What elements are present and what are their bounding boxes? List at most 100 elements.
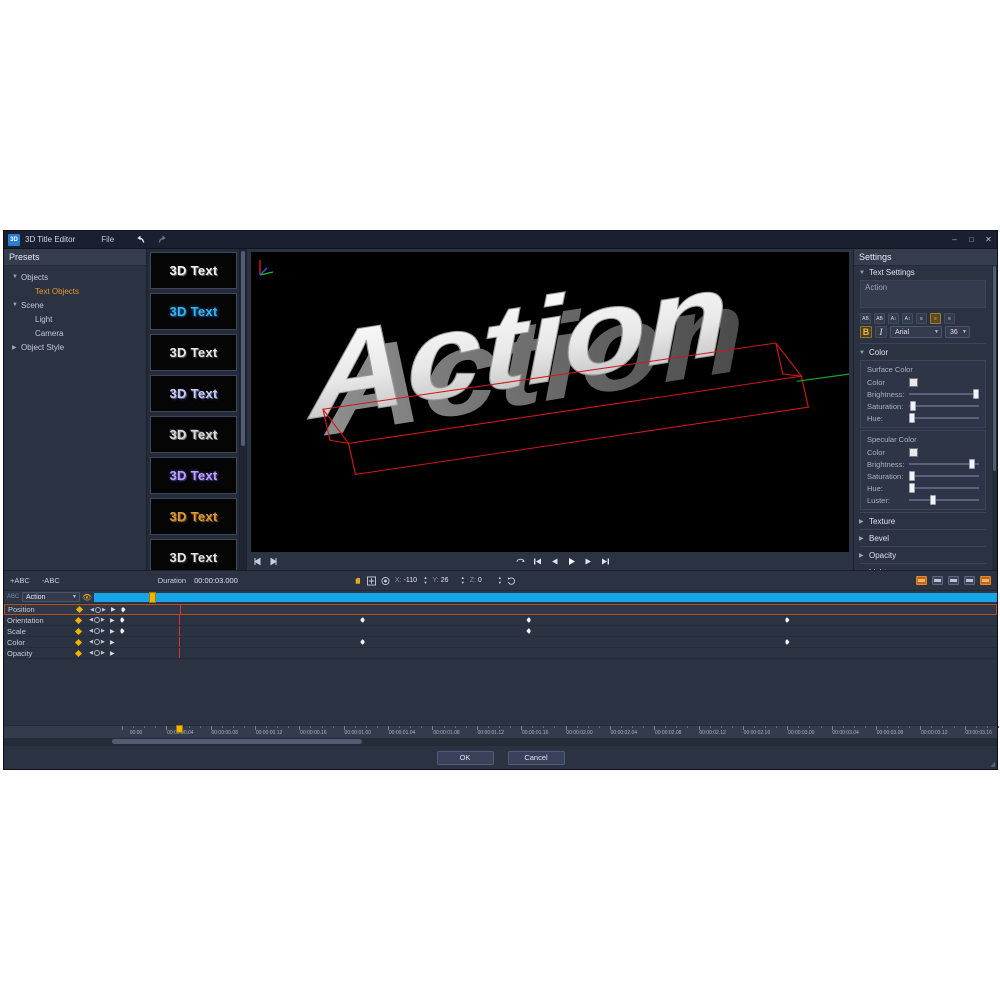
track-lane[interactable] — [120, 605, 996, 614]
preset-tree-item-scene[interactable]: ▼ Scene — [4, 298, 146, 312]
preset-thumbnail[interactable]: 3D Text — [150, 416, 237, 453]
slider-knob[interactable] — [908, 483, 915, 493]
preset-tree-item-text-objects[interactable]: Text Objects — [4, 284, 146, 298]
italic-button[interactable]: I — [875, 326, 887, 338]
object-clip-bar[interactable] — [94, 591, 997, 603]
track-keyframe-nav[interactable]: ◀ ▶ — [84, 639, 110, 645]
redo-arrow-icon[interactable] — [156, 234, 167, 245]
keyframe-diamond[interactable] — [784, 617, 790, 623]
line-spacing-wide-icon[interactable]: A↕ — [902, 313, 913, 324]
next-keyframe-icon[interactable]: ▶ — [101, 617, 105, 623]
reset-icon[interactable] — [507, 576, 516, 585]
keyframe-prev-icon[interactable] — [932, 576, 943, 585]
coord-z-value[interactable]: 0 — [478, 577, 496, 584]
add-text-button[interactable]: +ABC — [10, 576, 30, 585]
keyframe-marker-icon[interactable] — [94, 628, 100, 634]
track-keyframe-toggle[interactable] — [72, 649, 84, 657]
specular-saturation-slider[interactable] — [908, 471, 979, 481]
prev-frame-icon[interactable] — [550, 557, 559, 566]
prev-keyframe-icon[interactable]: ◀ — [89, 617, 93, 623]
preset-tree-item-camera[interactable]: Camera — [4, 326, 146, 340]
keyframe-add-icon[interactable] — [916, 576, 927, 585]
next-keyframe-icon[interactable]: ▶ — [101, 650, 105, 656]
track-keyframe-nav[interactable]: ◀ ▶ — [84, 628, 110, 634]
track-lane[interactable] — [122, 648, 997, 658]
specular-hue-slider[interactable] — [908, 483, 979, 493]
keyframe-diamond[interactable] — [784, 639, 790, 645]
track-keyframe-toggle[interactable] — [73, 605, 85, 614]
align-left-icon[interactable]: ≡ — [916, 313, 927, 324]
preset-tree-item-object-style[interactable]: ▶ Object Style — [4, 340, 146, 354]
mark-out-icon[interactable] — [269, 557, 278, 566]
align-center-icon[interactable]: ≡ — [930, 313, 941, 324]
keyframe-marker-icon[interactable] — [94, 639, 100, 645]
track-expand-button[interactable]: ▶ — [110, 650, 122, 657]
cancel-button[interactable]: Cancel — [507, 750, 565, 765]
preset-thumbnail[interactable]: 3D Text — [150, 334, 237, 371]
ok-button[interactable]: OK — [436, 750, 494, 765]
track-row[interactable]: Position ◀ ▶ ▶ — [4, 604, 997, 615]
coord-y-value[interactable]: 26 — [441, 577, 459, 584]
keyframe-remove-icon[interactable] — [964, 576, 975, 585]
keyframe-diamond[interactable] — [526, 617, 532, 623]
keyframe-diamond[interactable] — [526, 628, 532, 634]
slider-knob[interactable] — [908, 413, 915, 423]
keyframe-all-icon[interactable] — [980, 576, 991, 585]
specular-color-swatch[interactable] — [909, 447, 918, 457]
thumbnail-scrollbar[interactable] — [239, 249, 246, 570]
track-lane[interactable] — [122, 637, 997, 647]
slider-knob[interactable] — [969, 459, 975, 469]
next-keyframe-icon[interactable]: ▶ — [101, 628, 105, 634]
bold-button[interactable]: B — [860, 326, 872, 338]
text-content-field[interactable]: Action — [860, 280, 986, 308]
keyframe-marker-icon[interactable] — [94, 617, 100, 623]
preset-thumbnail[interactable]: 3D Text — [150, 457, 237, 494]
surface-color-swatch[interactable] — [909, 377, 918, 387]
duration-value[interactable]: 00:00:03.000 — [194, 576, 238, 585]
keyframe-next-icon[interactable] — [948, 576, 959, 585]
mark-in-icon[interactable] — [253, 557, 262, 566]
preset-thumbnail[interactable]: 3D Text — [150, 498, 237, 535]
next-keyframe-icon[interactable]: ▶ — [102, 607, 106, 613]
font-size-select[interactable]: 36 ▼ — [945, 326, 970, 338]
eye-icon[interactable]: 👁 — [80, 593, 94, 602]
preset-thumbnail[interactable]: 3D Text — [150, 375, 237, 412]
section-lights[interactable]: ▶ Lights — [854, 566, 992, 570]
coord-x[interactable]: X: -110 ▲ ▼ — [395, 576, 428, 585]
settings-scrollbar[interactable] — [992, 266, 997, 570]
section-texture[interactable]: ▶ Texture — [854, 515, 992, 527]
keyframe-diamond[interactable] — [360, 617, 366, 623]
track-keyframe-toggle[interactable] — [72, 616, 84, 624]
spinner-x-icon[interactable]: ▲ ▼ — [424, 576, 428, 585]
character-spacing-icon[interactable]: AB — [860, 313, 871, 324]
spinner-z-icon[interactable]: ▲ ▼ — [498, 576, 502, 585]
track-keyframe-toggle[interactable] — [72, 638, 84, 646]
surface-hue-slider[interactable] — [908, 413, 979, 423]
character-spacing-wide-icon[interactable]: AB — [874, 313, 885, 324]
specular-luster-slider[interactable] — [909, 495, 979, 505]
rotate-tool-icon[interactable] — [381, 576, 390, 585]
prev-keyframe-icon[interactable]: ◀ — [89, 650, 93, 656]
font-family-select[interactable]: Arial ▼ — [890, 326, 942, 338]
track-row[interactable]: Opacity ◀ ▶ ▶ — [4, 648, 997, 659]
section-text-settings[interactable]: ▼ Text Settings — [854, 266, 992, 278]
surface-saturation-slider[interactable] — [909, 401, 979, 411]
preset-tree-item-light[interactable]: Light — [4, 312, 146, 326]
settings-scrollbar-thumb[interactable] — [993, 266, 996, 471]
ruler-playhead-handle[interactable] — [175, 725, 183, 733]
coord-z[interactable]: Z: 0 ▲ ▼ — [470, 576, 502, 585]
move-tool-icon[interactable] — [366, 576, 376, 585]
coord-y[interactable]: Y: 26 ▲ ▼ — [432, 576, 464, 585]
prev-keyframe-icon[interactable]: ◀ — [89, 639, 93, 645]
specular-brightness-slider[interactable] — [909, 459, 979, 469]
timeline-hscrollbar[interactable] — [4, 738, 997, 745]
section-opacity[interactable]: ▶ Opacity — [854, 549, 992, 561]
slider-knob[interactable] — [908, 471, 915, 481]
next-keyframe-icon[interactable]: ▶ — [101, 639, 105, 645]
minimize-button[interactable]: – — [946, 231, 963, 249]
prev-keyframe-icon[interactable]: ◀ — [90, 607, 94, 613]
prev-keyframe-icon[interactable]: ◀ — [89, 628, 93, 634]
undo-arrow-icon[interactable] — [136, 234, 147, 245]
close-button[interactable]: ✕ — [980, 231, 997, 249]
keyframe-diamond[interactable] — [360, 639, 366, 645]
